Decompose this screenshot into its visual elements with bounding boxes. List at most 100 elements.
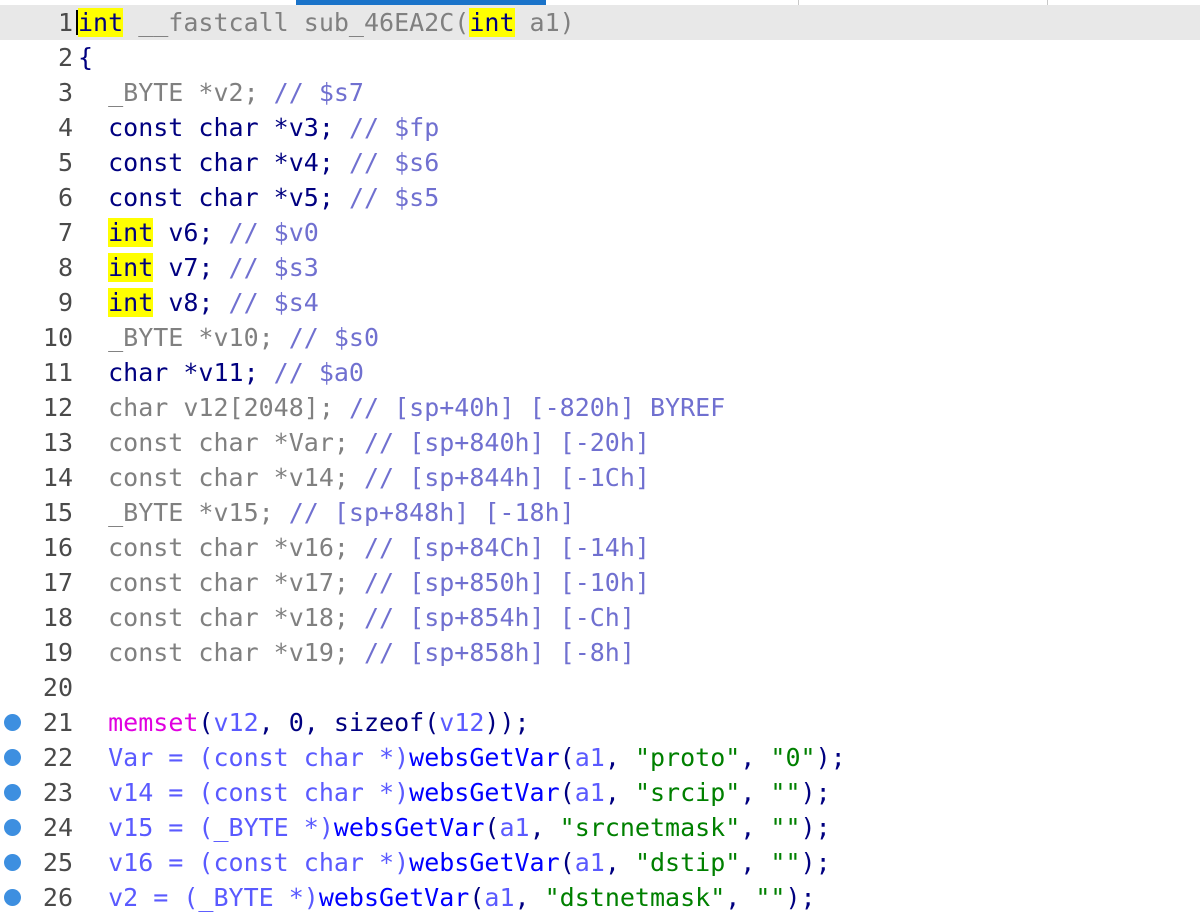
code-line[interactable]: 3 _BYTE *v2; // $s7 [0, 75, 1200, 110]
code-text: int __fastcall sub_46EA2C(int a1) [78, 5, 575, 40]
code-token: const char *v14; [78, 463, 364, 492]
code-text: const char *v19; // [sp+858h] [-8h] [78, 635, 635, 670]
ida-pseudocode-view: { "editor": { "lines": [ {"num": "1", "c… [0, 0, 1200, 919]
code-text: const char *v16; // [sp+84Ch] [-14h] [78, 530, 650, 565]
code-token: // [sp+840h] [-20h] [363, 428, 650, 457]
code-line[interactable]: 12 char v12[2048]; // [sp+40h] [-820h] B… [0, 390, 1200, 425]
code-token: websGetVar [409, 848, 560, 877]
code-text: const char *v5; // $s5 [78, 180, 439, 215]
code-token: // $s7 [273, 78, 364, 107]
code-token: // $s0 [288, 323, 380, 352]
code-token: "dstnetmask" [544, 883, 726, 912]
line-number: 12 [42, 393, 73, 422]
code-token: , [740, 848, 771, 877]
code-token: // $s6 [348, 148, 440, 177]
code-token: // [sp+84Ch] [-14h] [363, 533, 650, 562]
code-line[interactable]: 15 _BYTE *v15; // [sp+848h] [-18h] [0, 495, 1200, 530]
code-token: websGetVar [409, 743, 560, 772]
code-line[interactable]: 8 int v7; // $s3 [0, 250, 1200, 285]
code-token: "srcnetmask" [559, 813, 741, 842]
code-token: char *v11; [78, 358, 274, 387]
code-token: ( [198, 708, 214, 737]
code-token: char v12[2048]; [78, 393, 349, 422]
code-token: const char *v16; [78, 533, 364, 562]
line-number: 18 [42, 603, 73, 632]
line-number: 26 [42, 883, 73, 912]
code-token: , [740, 813, 771, 842]
line-number: 23 [42, 778, 73, 807]
code-line[interactable]: 5 const char *v4; // $s6 [0, 145, 1200, 180]
code-line[interactable]: 6 const char *v5; // $s5 [0, 180, 1200, 215]
code-token: ( [559, 848, 575, 877]
code-line[interactable]: 21 memset(v12, 0, sizeof(v12)); [0, 705, 1200, 740]
code-line[interactable]: 14 const char *v14; // [sp+844h] [-1Ch] [0, 460, 1200, 495]
code-token: "" [770, 778, 801, 807]
code-line[interactable]: 2{ [0, 40, 1200, 75]
code-token: "dstip" [634, 848, 741, 877]
code-line[interactable]: 1 int __fastcall sub_46EA2C(int a1) [0, 5, 1200, 40]
code-text: int v6; // $v0 [78, 215, 319, 250]
code-line[interactable]: 19 const char *v19; // [sp+858h] [-8h] [0, 635, 1200, 670]
code-token: , [529, 813, 560, 842]
code-token: a1 [484, 883, 515, 912]
code-token: a1) [514, 8, 575, 37]
code-token: Var = (const char *) [78, 743, 410, 772]
pseudocode-listing[interactable]: 1 int __fastcall sub_46EA2C(int a1) 2{3 _B… [0, 5, 1200, 915]
code-text: _BYTE *v10; // $s0 [78, 320, 379, 355]
code-line[interactable]: 22 Var = (const char *)websGetVar(a1, "p… [0, 740, 1200, 775]
line-number: 3 [57, 78, 73, 107]
code-token: ( [559, 743, 575, 772]
code-token: v8; [153, 288, 229, 317]
code-text: Var = (const char *)websGetVar(a1, "prot… [78, 740, 846, 775]
code-text: v14 = (const char *)websGetVar(a1, "srci… [78, 775, 831, 810]
code-line[interactable]: 13 const char *Var; // [sp+840h] [-20h] [0, 425, 1200, 460]
code-token: ); [800, 778, 831, 807]
code-token: ); [785, 883, 816, 912]
line-number: 8 [57, 253, 73, 282]
code-line[interactable]: 7 int v6; // $v0 [0, 215, 1200, 250]
code-line[interactable]: 10 _BYTE *v10; // $s0 [0, 320, 1200, 355]
code-line[interactable]: 17 const char *v17; // [sp+850h] [-10h] [0, 565, 1200, 600]
line-number: 21 [42, 708, 73, 737]
code-token: // $s3 [228, 253, 319, 282]
code-token: , [740, 743, 771, 772]
code-token: _BYTE *v2; [78, 78, 274, 107]
line-number: 13 [42, 428, 73, 457]
line-number: 16 [42, 533, 73, 562]
code-token: ); [800, 848, 831, 877]
code-line[interactable]: 23 v14 = (const char *)websGetVar(a1, "s… [0, 775, 1200, 810]
code-text: _BYTE *v2; // $s7 [78, 75, 364, 110]
code-line[interactable]: 25 v16 = (const char *)websGetVar(a1, "d… [0, 845, 1200, 880]
line-number: 19 [42, 638, 73, 667]
code-token: ( [484, 813, 500, 842]
code-line[interactable]: 18 const char *v18; // [sp+854h] [-Ch] [0, 600, 1200, 635]
code-text: const char *v3; // $fp [78, 110, 439, 145]
code-line[interactable]: 20 [0, 670, 1200, 705]
code-token: , [604, 743, 635, 772]
highlighted-token: int [469, 8, 515, 37]
code-token: "srcip" [634, 778, 741, 807]
code-line[interactable]: 4 const char *v3; // $fp [0, 110, 1200, 145]
code-text: v15 = (_BYTE *)websGetVar(a1, "srcnetmas… [78, 810, 831, 845]
code-text: const char *Var; // [sp+840h] [-20h] [78, 425, 650, 460]
code-token: v12 [213, 708, 259, 737]
code-line[interactable]: 26 v2 = (_BYTE *)websGetVar(a1, "dstnetm… [0, 880, 1200, 915]
line-number: 10 [42, 323, 73, 352]
line-number: 9 [57, 288, 73, 317]
code-token: _BYTE *v10; [78, 323, 289, 352]
line-number: 11 [42, 358, 73, 387]
code-token: // [sp+848h] [-18h] [288, 498, 575, 527]
line-number: 5 [57, 148, 73, 177]
code-token: const char *v19; [78, 638, 364, 667]
code-line[interactable]: 9 int v8; // $s4 [0, 285, 1200, 320]
code-line[interactable]: 16 const char *v16; // [sp+84Ch] [-14h] [0, 530, 1200, 565]
code-line[interactable]: 24 v15 = (_BYTE *)websGetVar(a1, "srcnet… [0, 810, 1200, 845]
code-token: const char *v17; [78, 568, 364, 597]
code-text: const char *v18; // [sp+854h] [-Ch] [78, 600, 635, 635]
code-token: _BYTE *v15; [78, 498, 289, 527]
code-line[interactable]: 11 char *v11; // $a0 [0, 355, 1200, 390]
code-token: "proto" [634, 743, 741, 772]
code-token: { [78, 43, 94, 72]
